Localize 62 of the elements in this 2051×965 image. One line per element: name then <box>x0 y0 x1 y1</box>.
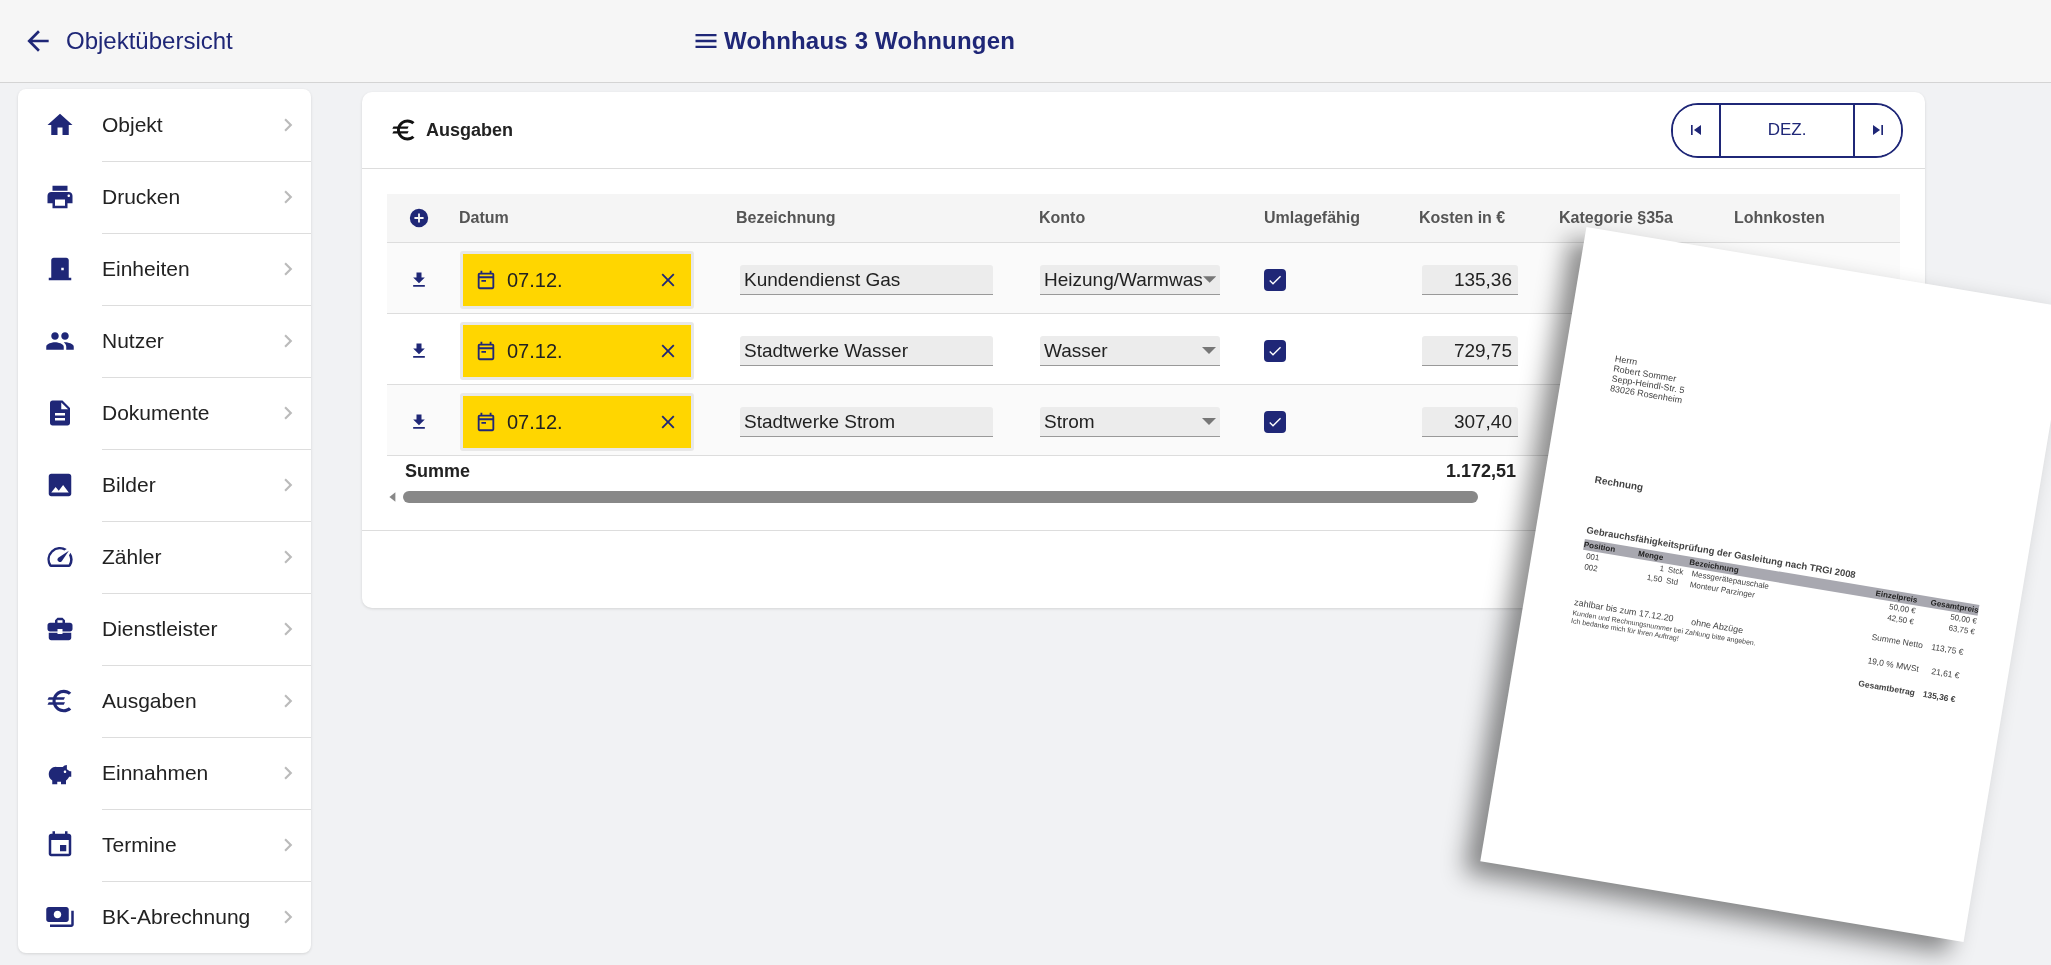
total-value: 135,36 € <box>1921 688 1958 707</box>
month-button[interactable]: DEZ. <box>1719 104 1855 156</box>
date-field[interactable]: 07.12. <box>460 393 694 451</box>
invoice-cell-text: 63,75 € <box>1946 623 1976 638</box>
sidebar-item[interactable]: Einnahmen <box>18 737 311 809</box>
column-header: Konto <box>1038 209 1087 227</box>
column-header: Kategorie §35a <box>1558 209 1674 227</box>
account-select[interactable]: Wasser <box>1040 336 1220 366</box>
sidebar-item[interactable]: Objekt <box>18 89 311 161</box>
scrollbar-thumb[interactable] <box>403 491 1478 503</box>
total-label: Summe Netto <box>1869 630 1925 653</box>
section-title: Ausgaben <box>426 119 514 141</box>
calendar-icon <box>475 269 497 291</box>
back-link[interactable]: Objektübersicht <box>22 25 692 57</box>
account-select[interactable]: Heizung/Warmwas <box>1040 265 1220 295</box>
calendar-icon <box>475 340 497 362</box>
invoice-cell-text: 002 <box>1582 561 1600 576</box>
sidebar-item[interactable]: Einheiten <box>18 233 311 305</box>
sidebar-item[interactable]: Nutzer <box>18 305 311 377</box>
dropdown-arrow-icon <box>1202 418 1216 425</box>
total-value: 21,61 € <box>1929 665 1962 683</box>
sidebar-item[interactable]: Zähler <box>18 521 311 593</box>
sidebar-item[interactable]: Dokumente <box>18 377 311 449</box>
checkbox[interactable] <box>1264 269 1286 291</box>
column-header: Kosten in € <box>1418 209 1507 227</box>
invoice-cell-text: 50,00 € <box>1888 602 1917 616</box>
invoice-title: Rechnung <box>1594 473 1645 495</box>
sidebar-item[interactable]: BK-Abrechnung <box>18 881 311 953</box>
sum-value: 1.172,51 <box>1445 460 1517 482</box>
invoice-cell-text: 1 <box>1657 562 1665 574</box>
add-icon <box>407 207 430 229</box>
column-header: Lohnkosten <box>1733 209 1826 227</box>
invoice-cell-text: Stck <box>1666 564 1686 577</box>
description-field[interactable]: Kundendienst Gas <box>740 265 993 295</box>
description-field[interactable]: Stadtwerke Strom <box>740 407 993 437</box>
account-select[interactable]: Strom <box>1040 407 1220 437</box>
page-title: Wohnhaus 3 Wohnungen <box>724 27 1016 55</box>
calendar-icon <box>475 411 497 433</box>
date-field[interactable]: 07.12. <box>460 322 694 380</box>
cost-field[interactable]: 729,75 <box>1422 336 1518 366</box>
description-field[interactable]: Stadtwerke Wasser <box>740 336 993 366</box>
invoice-cell-text: 1,50 <box>1645 572 1664 586</box>
sidebar-item[interactable]: Ausgaben <box>18 665 311 737</box>
dropdown-arrow-icon <box>1202 276 1216 283</box>
total-label: 19,0 % MWSt <box>1865 654 1921 676</box>
cost-field[interactable]: 135,36 <box>1422 265 1518 295</box>
total-value: 113,75 € <box>1929 640 1966 659</box>
sidebar-item[interactable]: Termine <box>18 809 311 881</box>
checkbox[interactable] <box>1264 340 1286 362</box>
cost-field[interactable]: 307,40 <box>1422 407 1518 437</box>
sum-label: Summe <box>404 460 472 482</box>
sidebar-item[interactable]: Dienstleister <box>18 593 311 665</box>
column-header: Datum <box>458 209 510 227</box>
column-header: Umlagefähig <box>1263 209 1361 227</box>
invoice-cell-text: 42,50 € <box>1885 613 1915 628</box>
invoice-cell-text: Std <box>1664 575 1680 589</box>
dropdown-arrow-icon <box>1202 347 1216 354</box>
column-header: Bezeichnung <box>735 209 837 227</box>
sidebar-item[interactable]: Drucken <box>18 161 311 233</box>
checkbox[interactable] <box>1264 411 1286 433</box>
date-field[interactable]: 07.12. <box>460 251 694 309</box>
sidebar-item[interactable]: Bilder <box>18 449 311 521</box>
